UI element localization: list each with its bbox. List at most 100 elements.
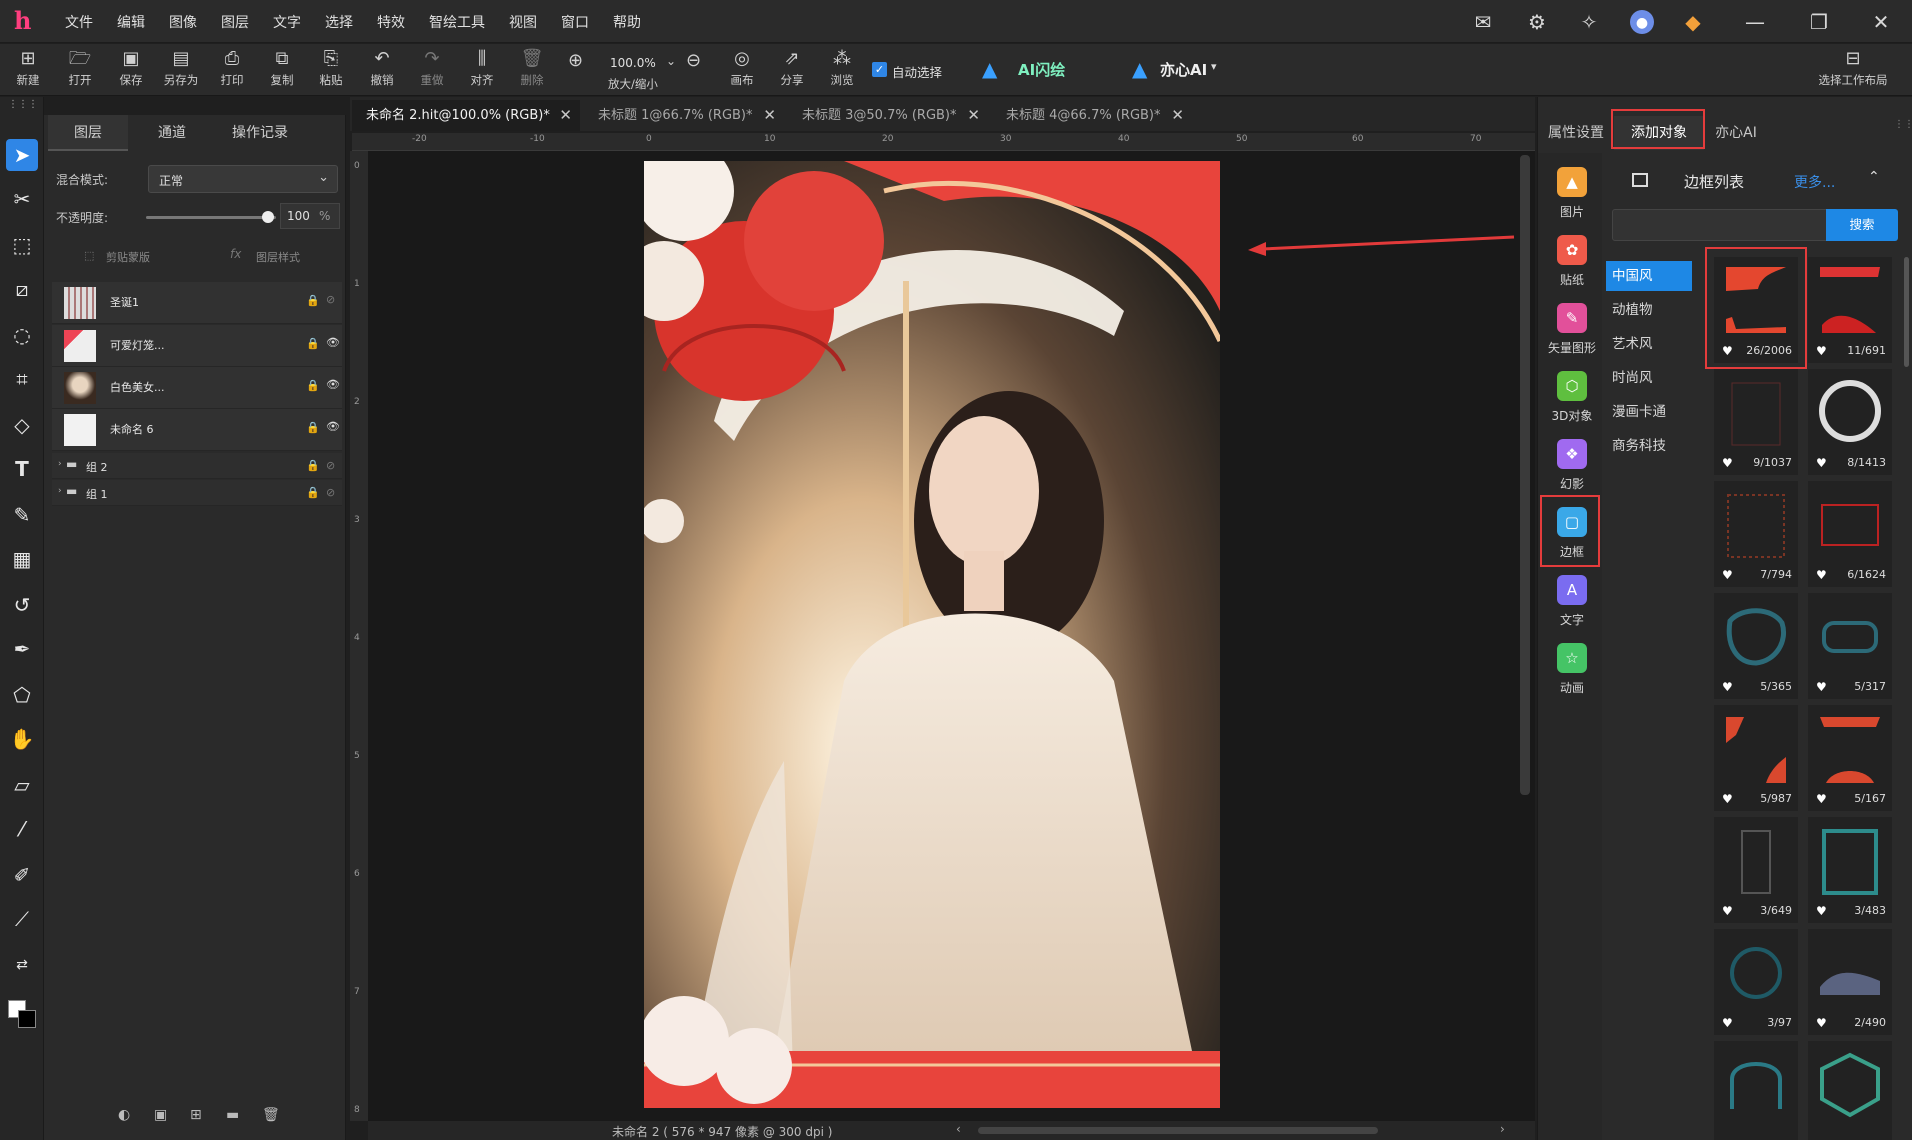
opacity-field[interactable]: 100 % <box>280 203 340 229</box>
category-phantom[interactable]: ❖ 幻影 <box>1546 439 1598 492</box>
heal-tool-icon[interactable]: ⁄ <box>6 813 38 845</box>
close-icon[interactable]: ✕ <box>559 100 572 131</box>
menu-help[interactable]: 帮助 <box>613 12 641 32</box>
layer-row[interactable]: 未命名 6 🔒 👁 <box>52 409 342 451</box>
category-text[interactable]: A 文字 <box>1546 575 1598 628</box>
blend-mode-select[interactable]: 正常 ⌄ <box>148 165 338 193</box>
smudge-tool-icon[interactable]: ✐ <box>6 859 38 891</box>
eye-hidden-icon[interactable]: ⊘ <box>326 486 335 499</box>
settings-icon[interactable]: ⚙ <box>1524 9 1550 35</box>
menu-view[interactable]: 视图 <box>509 12 537 32</box>
heart-icon[interactable]: ♥ <box>1816 568 1827 582</box>
panel-grip-icon[interactable]: ⋮⋮ <box>1894 119 1912 130</box>
menu-text[interactable]: 文字 <box>273 12 301 32</box>
document-canvas-image[interactable] <box>644 161 1220 1108</box>
heart-icon[interactable]: ♥ <box>1722 792 1733 806</box>
layer-row[interactable]: 圣诞1 🔒 ⊘ <box>52 282 342 324</box>
heart-icon[interactable]: ♥ <box>1722 904 1733 918</box>
close-window-icon[interactable]: ✕ <box>1868 9 1894 35</box>
category-animation[interactable]: ☆ 动画 <box>1546 643 1598 696</box>
auto-select-checkbox[interactable]: ✓ <box>872 62 887 77</box>
subcategory-item[interactable]: 时尚风 <box>1606 363 1692 393</box>
menu-edit[interactable]: 编辑 <box>117 12 145 32</box>
lock-icon[interactable]: 🔒 <box>306 459 320 472</box>
frame-thumbnail[interactable]: ♥ 5/167 <box>1808 705 1892 811</box>
subcategory-item[interactable]: 漫画卡通 <box>1606 397 1692 427</box>
zoom-in-icon[interactable]: ⊕ <box>568 50 583 71</box>
heart-icon[interactable]: ♥ <box>1816 1016 1827 1030</box>
expand-arrow-icon[interactable]: › <box>58 486 62 496</box>
new-button[interactable]: ⊞ 新建 <box>4 48 52 88</box>
adjustment-layer-icon[interactable]: ◐ <box>118 1107 130 1123</box>
new-group-icon[interactable]: ▬ <box>226 1107 239 1123</box>
search-button[interactable]: 搜索 <box>1826 209 1898 241</box>
eye-hidden-icon[interactable]: ⊘ <box>326 459 335 472</box>
document-tab[interactable]: 未标题 1@66.7% (RGB)* ✕ <box>584 100 784 131</box>
frame-thumbnail[interactable] <box>1808 1041 1892 1140</box>
mask-icon[interactable]: ▣ <box>154 1107 167 1123</box>
history-brush-icon[interactable]: ↺ <box>6 589 38 621</box>
tab-yixin-ai[interactable]: 亦心AI <box>1704 116 1768 150</box>
frame-thumbnail[interactable]: ♥ 11/691 <box>1808 257 1892 363</box>
subcategory-item[interactable]: 动植物 <box>1606 295 1692 325</box>
frame-thumbnail[interactable]: ♥ 5/987 <box>1714 705 1798 811</box>
delete-button[interactable]: 🗑 删除 <box>508 48 556 88</box>
opacity-slider-handle[interactable] <box>262 211 274 223</box>
frame-thumbnail[interactable]: ♥ 5/365 <box>1714 593 1798 699</box>
smart-cutout-tool-icon[interactable]: ✂ <box>6 183 38 215</box>
layer-style-button[interactable]: 图层样式 <box>256 249 300 265</box>
heart-icon[interactable]: ♥ <box>1722 1016 1733 1030</box>
mail-icon[interactable]: ✉ <box>1470 9 1496 35</box>
layer-row[interactable]: 白色美女... 🔒 👁 <box>52 367 342 409</box>
heart-icon[interactable]: ♥ <box>1816 792 1827 806</box>
save-button[interactable]: ▣ 保存 <box>107 48 155 88</box>
search-input[interactable] <box>1612 209 1830 241</box>
print-button[interactable]: ⎙ 打印 <box>208 48 256 88</box>
workspace-button[interactable]: ⊟ 选择工作布局 <box>1810 48 1896 88</box>
zoom-out-icon[interactable]: ⊖ <box>686 50 701 71</box>
crop-tool-icon[interactable]: ⌗ <box>6 363 38 395</box>
frame-thumbnail[interactable]: ♥ 5/317 <box>1808 593 1892 699</box>
close-icon[interactable]: ✕ <box>763 100 776 131</box>
restore-icon[interactable]: ❐ <box>1806 9 1832 35</box>
subcategory-item[interactable]: 商务科技 <box>1606 431 1692 461</box>
document-tab[interactable]: 未标题 4@66.7% (RGB)* ✕ <box>992 100 1192 131</box>
eye-icon[interactable]: 👁 <box>326 378 340 391</box>
heart-icon[interactable]: ♥ <box>1816 680 1827 694</box>
subcategory-item[interactable]: 艺术风 <box>1606 329 1692 359</box>
frame-thumbnail[interactable] <box>1714 1041 1798 1140</box>
heart-icon[interactable]: ♥ <box>1816 344 1827 358</box>
thumb-scrollbar[interactable] <box>1904 257 1909 367</box>
new-layer-icon[interactable]: ⊞ <box>190 1107 202 1123</box>
brush-tool-icon[interactable]: ✎ <box>6 499 38 531</box>
canvas-button[interactable]: ◎ 画布 <box>718 48 766 88</box>
heart-icon[interactable]: ♥ <box>1816 904 1827 918</box>
avatar[interactable]: ● <box>1630 10 1654 34</box>
tab-channels[interactable]: 通道 <box>132 115 212 151</box>
shape-tool-icon[interactable]: ⬠ <box>6 679 38 711</box>
tab-history[interactable]: 操作记录 <box>212 115 308 151</box>
eyedropper-tool-icon[interactable]: ⟋ <box>6 903 38 935</box>
menu-select[interactable]: 选择 <box>325 12 353 32</box>
lasso-tool-icon[interactable]: ◌ <box>6 319 38 351</box>
fill-tool-icon[interactable]: ◇ <box>6 409 38 441</box>
compass-icon[interactable]: ✧ <box>1576 9 1602 35</box>
scroll-left-icon[interactable]: ‹ <box>956 1122 961 1136</box>
image-edit-tool-icon[interactable]: ⧄ <box>6 273 38 305</box>
eye-icon[interactable]: 👁 <box>326 420 340 433</box>
lock-icon[interactable]: 🔒 <box>306 337 320 350</box>
redo-button[interactable]: ↷ 重做 <box>408 48 456 88</box>
menu-window[interactable]: 窗口 <box>561 12 589 32</box>
zoom-dropdown-icon[interactable]: ⌄ <box>666 54 676 68</box>
zoom-value[interactable]: 100.0% <box>610 56 656 70</box>
group-row[interactable]: › ▬ 组 1 🔒 ⊘ <box>52 480 342 506</box>
yixin-dropdown-icon[interactable]: ▾ <box>1211 60 1217 73</box>
heart-icon[interactable]: ♥ <box>1816 456 1827 470</box>
vip-gem-icon[interactable]: ◆ <box>1680 9 1706 35</box>
frame-thumbnail[interactable]: ♥ 7/794 <box>1714 481 1798 587</box>
open-button[interactable]: 🗁 打开 <box>56 48 104 88</box>
lock-icon[interactable]: 🔒 <box>306 294 320 307</box>
eye-icon[interactable]: 👁 <box>326 336 340 349</box>
menu-image[interactable]: 图像 <box>169 12 197 32</box>
scroll-right-icon[interactable]: › <box>1500 1122 1505 1136</box>
